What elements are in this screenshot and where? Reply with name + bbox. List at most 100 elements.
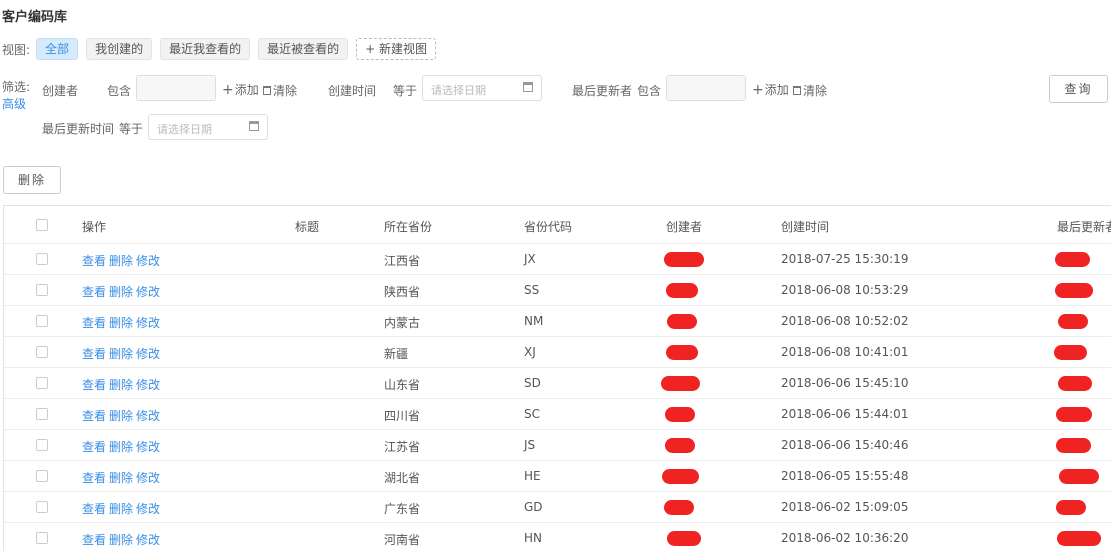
row-province-code: JX: [524, 252, 536, 266]
row-province-code: SC: [524, 407, 540, 421]
query-button[interactable]: 查询: [1049, 75, 1108, 103]
creator-redaction: [664, 252, 704, 267]
delete-link[interactable]: 删除: [109, 316, 133, 330]
view-link[interactable]: 查看: [82, 533, 106, 547]
advanced-filter-link[interactable]: 高级: [2, 95, 26, 112]
edit-link[interactable]: 修改: [136, 533, 160, 547]
delete-link[interactable]: 删除: [109, 440, 133, 454]
delete-link[interactable]: 删除: [109, 502, 133, 516]
creator-redaction: [665, 438, 695, 453]
header-create-time[interactable]: 创建时间: [781, 218, 829, 235]
last-update-time-date-picker[interactable]: 请选择日期: [148, 114, 268, 140]
view-link[interactable]: 查看: [82, 502, 106, 516]
view-chip-recently-viewed[interactable]: 最近被查看的: [258, 38, 349, 60]
table-row: 查看 删除 修改 四川省 SC 2018-06-06 15:44:01: [4, 399, 1111, 430]
row-province: 新疆: [384, 347, 409, 361]
last-updater-redaction: [1054, 345, 1087, 360]
row-actions: 查看 删除 修改: [82, 252, 163, 269]
row-checkbox[interactable]: [36, 315, 48, 327]
row-checkbox[interactable]: [36, 346, 48, 358]
row-province-code: SS: [524, 283, 540, 297]
row-province: 四川省: [384, 409, 421, 423]
creator-op: 包含: [107, 84, 132, 98]
page-title: 客户编码库: [2, 10, 68, 25]
delete-link[interactable]: 删除: [109, 254, 133, 268]
edit-link[interactable]: 修改: [136, 347, 160, 361]
row-checkbox[interactable]: [36, 470, 48, 482]
header-last-updater[interactable]: 最后更新者: [1057, 218, 1111, 235]
last-update-time-label: 最后更新时间: [42, 122, 115, 136]
edit-link[interactable]: 修改: [136, 316, 160, 330]
last-updater-op: 包含: [637, 84, 662, 98]
edit-link[interactable]: 修改: [136, 440, 160, 454]
view-link[interactable]: 查看: [82, 285, 106, 299]
view-link[interactable]: 查看: [82, 409, 106, 423]
table-row: 查看 删除 修改 内蒙古 NM 2018-06-08 10:52:02: [4, 306, 1111, 337]
view-link[interactable]: 查看: [82, 440, 106, 454]
last-updater-add-button[interactable]: + 添加: [752, 81, 789, 98]
view-link[interactable]: 查看: [82, 254, 106, 268]
new-view-button[interactable]: + 新建视图: [356, 38, 436, 60]
row-checkbox[interactable]: [36, 284, 48, 296]
edit-link[interactable]: 修改: [136, 378, 160, 392]
delete-link[interactable]: 删除: [109, 285, 133, 299]
last-updater-input[interactable]: [666, 75, 746, 101]
row-province: 陕西省: [384, 285, 421, 299]
header-creator[interactable]: 创建者: [666, 218, 702, 235]
view-chip-all[interactable]: 全部: [36, 38, 79, 60]
header-province: 所在省份: [384, 220, 433, 234]
row-actions: 查看 删除 修改: [82, 469, 163, 486]
view-link[interactable]: 查看: [82, 347, 106, 361]
trash-icon: [263, 86, 271, 95]
delete-link[interactable]: 删除: [109, 347, 133, 361]
select-all-checkbox[interactable]: [36, 219, 48, 231]
row-create-time: 2018-06-02 10:36:20: [781, 531, 909, 545]
filter-label: 筛选:: [2, 80, 31, 94]
creator-add-label: 添加: [234, 83, 259, 97]
create-time-date-picker[interactable]: 请选择日期: [422, 75, 542, 101]
row-province: 山东省: [384, 378, 421, 392]
view-link[interactable]: 查看: [82, 378, 106, 392]
row-province: 河南省: [384, 533, 421, 547]
row-checkbox[interactable]: [36, 377, 48, 389]
row-create-time: 2018-06-06 15:45:10: [781, 376, 909, 390]
edit-link[interactable]: 修改: [136, 409, 160, 423]
view-selector: 视图: 全部 我创建的 最近我查看的 最近被查看的 + 新建视图: [2, 38, 444, 60]
view-chip-recent-viewed-by-me[interactable]: 最近我查看的: [160, 38, 251, 60]
row-create-time: 2018-06-08 10:53:29: [781, 283, 909, 297]
creator-add-button[interactable]: + 添加: [222, 81, 259, 98]
row-province: 内蒙古: [384, 316, 421, 330]
table-row: 查看 删除 修改 陕西省 SS 2018-06-08 10:53:29: [4, 275, 1111, 306]
row-province: 江西省: [384, 254, 421, 268]
row-checkbox[interactable]: [36, 501, 48, 513]
delete-link[interactable]: 删除: [109, 378, 133, 392]
delete-link[interactable]: 删除: [109, 533, 133, 547]
row-checkbox[interactable]: [36, 439, 48, 451]
row-checkbox[interactable]: [36, 408, 48, 420]
creator-redaction: [666, 345, 698, 360]
view-link[interactable]: 查看: [82, 316, 106, 330]
edit-link[interactable]: 修改: [136, 471, 160, 485]
row-create-time: 2018-06-08 10:52:02: [781, 314, 909, 328]
delete-button[interactable]: 删除: [3, 166, 61, 194]
last-update-time-op: 等于: [119, 122, 144, 136]
edit-link[interactable]: 修改: [136, 254, 160, 268]
delete-link[interactable]: 删除: [109, 409, 133, 423]
row-checkbox[interactable]: [36, 253, 48, 265]
row-create-time: 2018-06-08 10:41:01: [781, 345, 909, 359]
last-updater-redaction: [1058, 376, 1092, 391]
header-actions: 操作: [82, 220, 107, 234]
row-create-time: 2018-06-02 15:09:05: [781, 500, 909, 514]
creator-redaction: [666, 283, 698, 298]
edit-link[interactable]: 修改: [136, 285, 160, 299]
row-checkbox[interactable]: [36, 532, 48, 544]
edit-link[interactable]: 修改: [136, 502, 160, 516]
delete-link[interactable]: 删除: [109, 471, 133, 485]
last-updater-clear-button[interactable]: 清除: [793, 82, 827, 99]
table-row: 查看 删除 修改 广东省 GD 2018-06-02 15:09:05: [4, 492, 1111, 523]
creator-redaction: [661, 376, 700, 391]
view-chip-mine[interactable]: 我创建的: [86, 38, 153, 60]
view-link[interactable]: 查看: [82, 471, 106, 485]
creator-input[interactable]: [136, 75, 216, 101]
creator-clear-button[interactable]: 清除: [263, 82, 297, 99]
